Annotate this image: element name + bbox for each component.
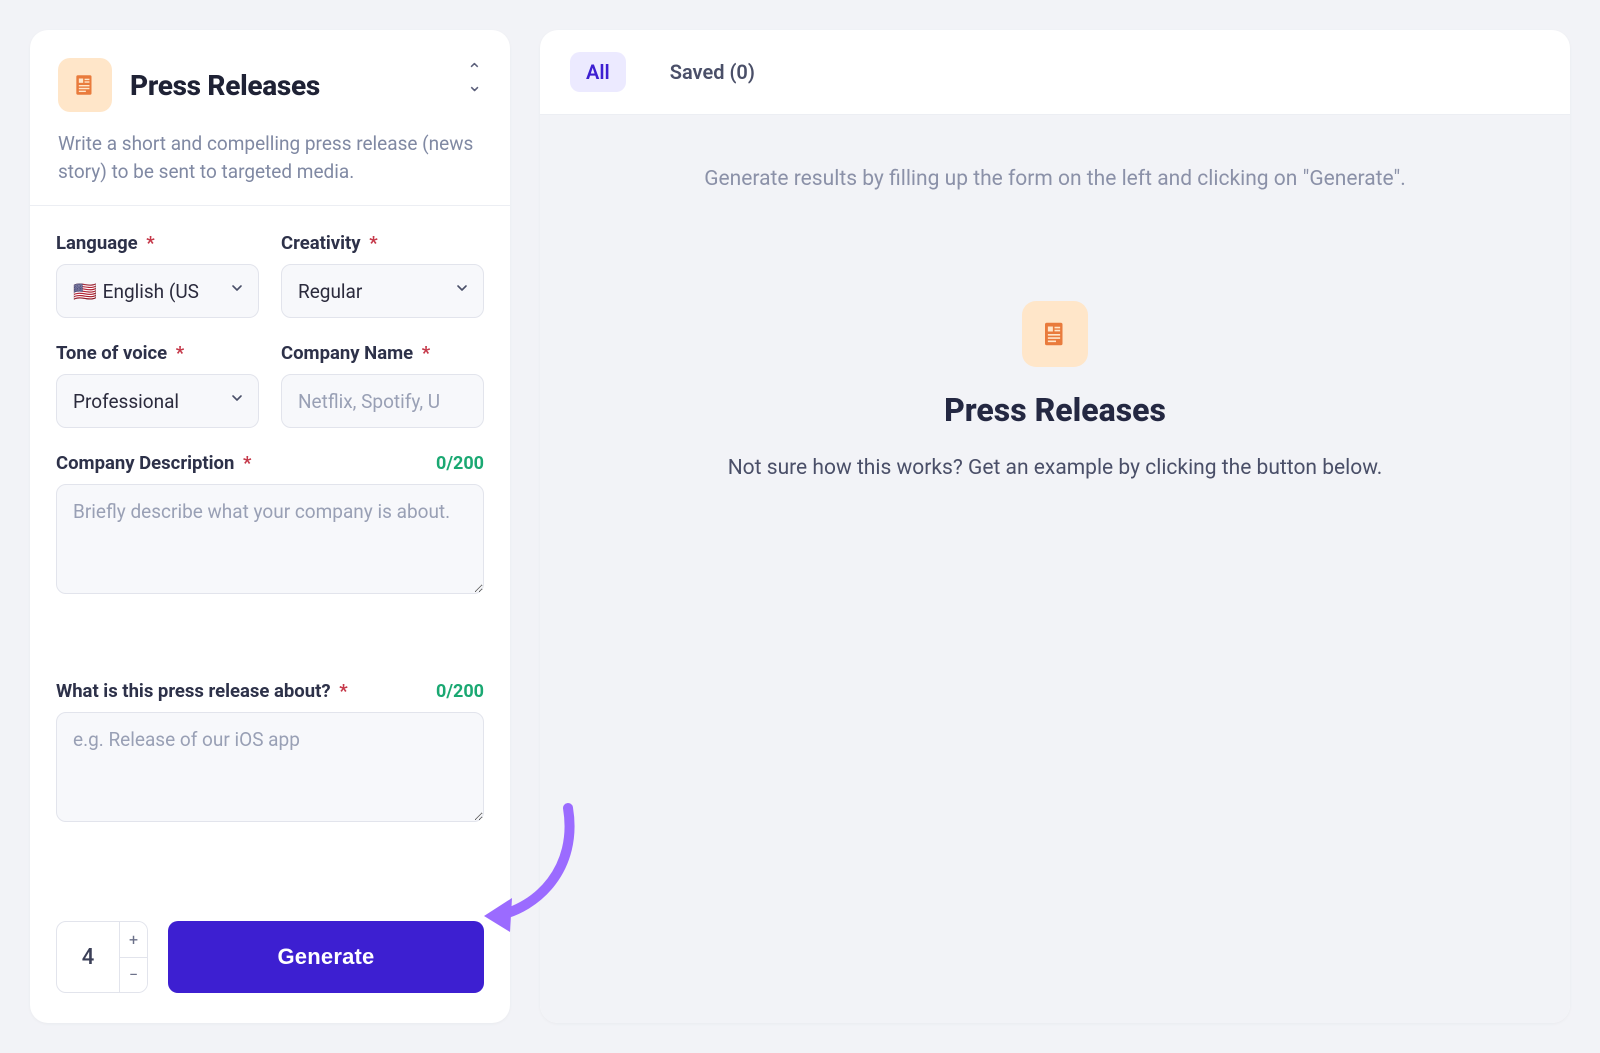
empty-state-text: Not sure how this works? Get an example … (728, 453, 1383, 483)
page-title: Press Releases (130, 69, 320, 102)
language-field: Language * 🇺🇸English (US (56, 232, 259, 318)
title-row: Press Releases ⌃⌃ (58, 58, 482, 112)
creativity-select[interactable]: Regular (281, 264, 484, 318)
language-label: Language * (56, 232, 259, 254)
company-name-input[interactable] (281, 374, 484, 428)
quantity-increase-button[interactable]: + (120, 922, 147, 957)
results-body: Generate results by filling up the form … (540, 115, 1570, 1023)
about-input[interactable] (56, 712, 484, 822)
about-field: What is this press release about? * 0/20… (56, 680, 484, 883)
language-select[interactable]: 🇺🇸English (US (56, 264, 259, 318)
creativity-label: Creativity * (281, 232, 484, 254)
form-body: Language * 🇺🇸English (US Creativity * (30, 206, 510, 893)
empty-state: Press Releases Not sure how this works? … (728, 301, 1383, 483)
results-panel: All Saved (0) Generate results by fillin… (540, 30, 1570, 1023)
quantity-value: 4 (57, 922, 119, 992)
about-label: What is this press release about? * 0/20… (56, 680, 484, 702)
tone-label: Tone of voice * (56, 342, 259, 364)
tab-all[interactable]: All (570, 52, 626, 92)
creativity-field: Creativity * Regular (281, 232, 484, 318)
tone-field: Tone of voice * Professional (56, 342, 259, 428)
tool-selector-icon[interactable]: ⌃⌃ (467, 66, 482, 86)
generate-button[interactable]: Generate (168, 921, 484, 993)
tone-select[interactable]: Professional (56, 374, 259, 428)
company-name-label: Company Name * (281, 342, 484, 364)
results-tabs: All Saved (0) (540, 30, 1570, 115)
form-panel: Press Releases ⌃⌃ Write a short and comp… (30, 30, 510, 1023)
page-description: Write a short and compelling press relea… (58, 130, 482, 185)
form-footer: 4 + − Generate (30, 893, 510, 1023)
company-desc-field: Company Description * 0/200 (56, 452, 484, 655)
tab-saved[interactable]: Saved (0) (654, 52, 771, 92)
newspaper-icon (1022, 301, 1088, 367)
company-desc-label: Company Description * 0/200 (56, 452, 484, 474)
quantity-decrease-button[interactable]: − (120, 957, 147, 993)
quantity-stepper: 4 + − (56, 921, 148, 993)
company-desc-count: 0/200 (436, 453, 484, 474)
company-desc-input[interactable] (56, 484, 484, 594)
empty-state-title: Press Releases (944, 391, 1166, 429)
form-header: Press Releases ⌃⌃ Write a short and comp… (30, 30, 510, 206)
about-count: 0/200 (436, 681, 484, 702)
company-name-field: Company Name * (281, 342, 484, 428)
newspaper-icon (58, 58, 112, 112)
results-hint: Generate results by filling up the form … (704, 167, 1406, 191)
flag-icon: 🇺🇸 (73, 280, 97, 303)
